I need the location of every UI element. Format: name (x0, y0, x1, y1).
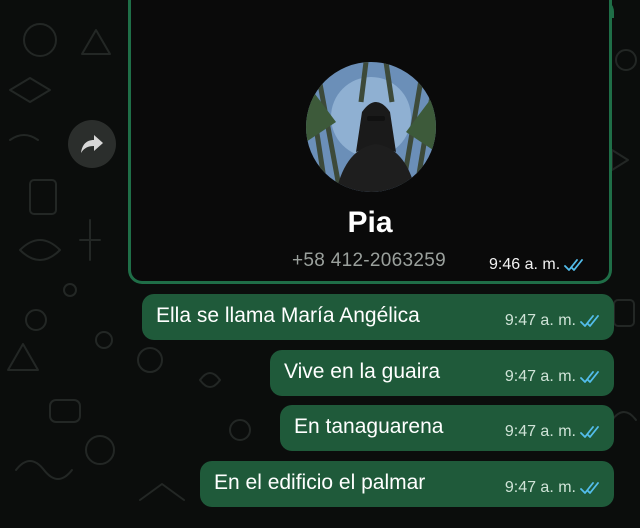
message-text: En tanaguarena (294, 415, 444, 438)
timestamp: 9:47 a. m. (504, 368, 576, 385)
message-bubble[interactable]: Vive en la guaira 9:47 a. m. (270, 350, 614, 396)
double-check-icon (564, 259, 584, 271)
message-bubble[interactable]: En el edificio el palmar 9:47 a. m. (200, 461, 614, 507)
double-check-icon (580, 426, 599, 438)
timestamp: 9:46 a. m. (489, 256, 561, 273)
forward-icon (81, 135, 103, 153)
timestamp: 9:47 a. m. (504, 479, 576, 496)
contact-phone: +58 412-2063259 (292, 250, 447, 271)
message-time: 9:47 a. m. (505, 423, 602, 441)
message-text: Ella se llama María Angélica (156, 304, 420, 327)
double-check-icon (580, 371, 599, 383)
double-check-icon (580, 315, 599, 327)
message-text: Vive en la guaira (284, 360, 441, 383)
forward-button[interactable] (68, 120, 116, 168)
timestamp: 9:47 a. m. (504, 312, 576, 329)
contact-name: Pia (347, 206, 393, 239)
message-time: 9:47 a. m. (505, 479, 602, 497)
message-bubble[interactable]: En tanaguarena 9:47 a. m. (280, 405, 614, 451)
contact-card-time: 9:46 a. m. (489, 256, 586, 274)
avatar-photo (306, 62, 436, 192)
message-bubble[interactable]: Ella se llama María Angélica 9:47 a. m. (142, 294, 614, 340)
double-check-icon (580, 482, 599, 494)
message-time: 9:47 a. m. (505, 368, 602, 386)
message-time: 9:47 a. m. (505, 312, 602, 330)
message-text: En el edificio el palmar (214, 471, 426, 494)
contact-avatar[interactable] (306, 62, 436, 192)
timestamp: 9:47 a. m. (504, 423, 576, 440)
